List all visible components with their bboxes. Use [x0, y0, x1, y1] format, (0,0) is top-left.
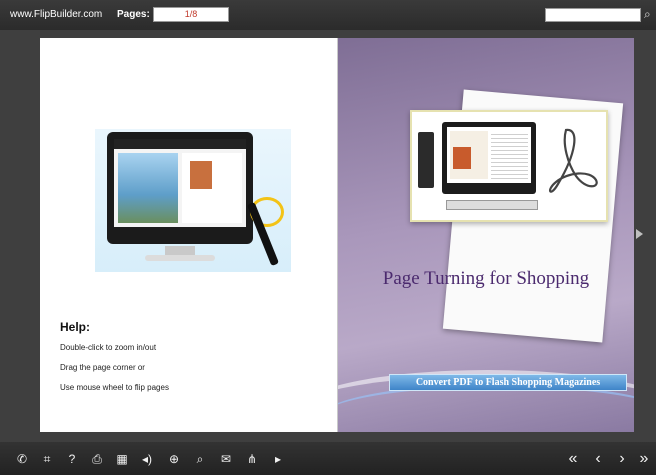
sound-icon[interactable]: ◂): [139, 451, 155, 467]
pages-label: Pages:: [117, 9, 150, 20]
email-icon[interactable]: ✉: [218, 451, 234, 467]
search-icon[interactable]: ⌕: [192, 451, 208, 467]
decor-swoosh: [338, 384, 634, 432]
fit-screen-icon[interactable]: ⌗: [39, 451, 55, 467]
monitor-icon: [442, 122, 536, 194]
site-link[interactable]: www.FlipBuilder.com: [10, 9, 102, 20]
first-page-icon[interactable]: «: [565, 451, 581, 467]
pc-tower-icon: [418, 132, 434, 188]
left-page[interactable]: Help: Double-click to zoom in/out Drag t…: [40, 38, 337, 432]
last-page-icon[interactable]: »: [636, 451, 652, 467]
page-turning-slogan: Page Turning for Shopping: [382, 268, 590, 289]
help-line-wheel: Use mouse wheel to flip pages: [60, 383, 169, 392]
help-icon[interactable]: ?: [64, 451, 80, 467]
convert-pdf-banner[interactable]: Convert PDF to Flash Shopping Magazines: [389, 374, 627, 391]
search-input[interactable]: [545, 8, 641, 22]
next-page-arrow-icon[interactable]: [636, 229, 643, 239]
phone-icon[interactable]: ✆: [14, 451, 30, 467]
computer-acrobat-graphic: [410, 110, 608, 222]
print-icon[interactable]: ⎙: [89, 451, 105, 467]
keyboard-icon: [446, 200, 538, 210]
page-number-input[interactable]: 1/8: [153, 7, 229, 22]
next-page-icon[interactable]: ›: [614, 451, 630, 467]
thumbnails-icon[interactable]: ▦: [114, 451, 130, 467]
top-toolbar: www.FlipBuilder.com Pages: 1/8 ⌕: [0, 0, 656, 30]
play-icon[interactable]: ▸: [270, 451, 286, 467]
help-line-drag: Drag the page corner or: [60, 363, 145, 372]
monitor-image: [107, 132, 253, 244]
acrobat-logo-icon: [549, 128, 598, 193]
zoom-in-icon[interactable]: ⊕: [166, 451, 182, 467]
help-line-zoom: Double-click to zoom in/out: [60, 343, 157, 352]
flipbook-monitor-illustration: [95, 129, 291, 272]
search-icon[interactable]: ⌕: [644, 7, 651, 22]
right-page[interactable]: Page Turning for Shopping Convert PDF to…: [338, 38, 634, 432]
share-icon[interactable]: ⋔: [244, 451, 260, 467]
bottom-toolbar: ✆ ⌗ ? ⎙ ▦ ◂) ⊕ ⌕ ✉ ⋔ ▸ « ‹ › »: [0, 442, 656, 475]
prev-page-icon[interactable]: ‹: [590, 451, 606, 467]
help-title: Help:: [60, 320, 90, 334]
